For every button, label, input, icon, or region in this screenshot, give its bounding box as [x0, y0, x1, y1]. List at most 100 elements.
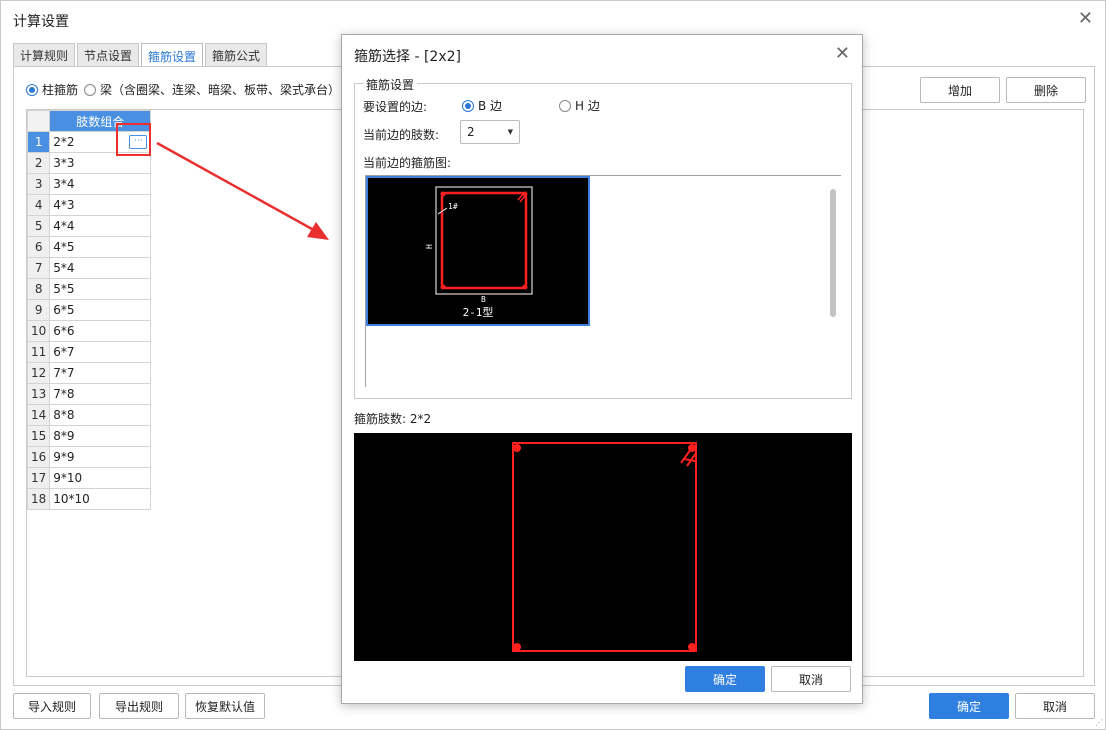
stirrup-settings-group: 箍筋设置 要设置的边: B 边 H 边 当前边的肢数: 2 ▼ 当前边的箍筋图: [354, 76, 852, 399]
row-number: 5 [26, 215, 51, 237]
table-row[interactable]: 8 5*5 [26, 278, 152, 300]
leg-combination-cell[interactable]: 4*4 [49, 215, 152, 237]
leg-combination-cell[interactable]: 7*7 [49, 362, 152, 384]
table-row[interactable]: 14 8*8 [26, 404, 152, 426]
table-row[interactable]: 10 6*6 [26, 320, 152, 342]
table-row[interactable]: 5 4*4 [26, 215, 152, 237]
dialog-ok-button[interactable]: 确定 [685, 666, 765, 692]
close-icon[interactable]: ✕ [1078, 10, 1093, 28]
table-row[interactable]: 6 4*5 [26, 236, 152, 258]
leg-combination-cell[interactable]: 8*9 [49, 425, 152, 447]
tab-calc-rules[interactable]: 计算规则 [13, 43, 76, 67]
stirrup-diagram-list: 1# H B 2-1型 [365, 175, 841, 387]
leg-combination-cell[interactable]: 6*5 [49, 299, 152, 321]
leg-combination-cell[interactable]: 8*8 [49, 404, 152, 426]
stirrup-select-dialog: 箍筋选择 - [2x2] ✕ 箍筋设置 要设置的边: B 边 H 边 当前边的肢… [341, 34, 863, 704]
leg-combination-cell[interactable]: 4*3 [49, 194, 152, 216]
side-label: 要设置的边: [363, 100, 428, 114]
row-number: 12 [26, 362, 51, 384]
table-row[interactable]: 16 9*9 [26, 446, 152, 468]
leg-combination-cell[interactable]: 9*10 [49, 467, 152, 489]
side-b-radio[interactable]: B 边 [462, 97, 502, 114]
cell-value: 4*5 [53, 240, 75, 254]
export-rules-button[interactable]: 导出规则 [99, 693, 179, 719]
beam-label: 梁（含圈梁、连梁、暗梁、板带、梁式承台） [100, 83, 341, 97]
table-row[interactable]: 7 5*4 [26, 257, 152, 279]
row-number: 10 [26, 320, 51, 342]
cell-value: 6*6 [53, 324, 75, 338]
beam-radio[interactable]: 梁（含圈梁、连梁、暗梁、板带、梁式承台） [84, 81, 340, 98]
row-number: 13 [26, 383, 51, 405]
leg-count-value: 2 [467, 125, 475, 139]
tab-bar: 计算规则 节点设置 箍筋设置 箍筋公式 [13, 43, 269, 68]
radio-checked-icon [26, 83, 38, 96]
leg-combination-cell[interactable]: 6*7 [49, 341, 152, 363]
table-row[interactable]: 17 9*10 [26, 467, 152, 489]
row-number: 15 [26, 425, 51, 447]
red-arrow-icon [156, 141, 329, 240]
dialog-cancel-button[interactable]: 取消 [771, 666, 851, 692]
leg-combination-cell[interactable]: 7*8 [49, 383, 152, 405]
cell-value: 9*10 [53, 471, 83, 485]
cell-value: 3*4 [53, 177, 75, 191]
highlight-box [116, 123, 151, 156]
stirrup-preview-drawing [512, 442, 697, 652]
resize-grip-icon[interactable]: ⋰ [1095, 718, 1103, 727]
table-row[interactable]: 18 10*10 [26, 488, 152, 510]
diagram-scrollbar[interactable] [830, 189, 836, 317]
row-number: 8 [26, 278, 51, 300]
cell-value: 10*10 [53, 492, 90, 506]
column-stirrup-label: 柱箍筋 [42, 83, 79, 97]
tab-stirrup-settings[interactable]: 箍筋设置 [141, 43, 204, 68]
thumb-h-label: H [425, 244, 434, 249]
leg-combination-table: 肢数组合 1 2*2 ··· 2 3*3 3 3*4 4 4*3 5 4*4 6 4*5 7 5*4 8 5*5… [26, 110, 152, 510]
radio-checked-icon [462, 99, 474, 112]
row-number: 2 [26, 152, 51, 174]
cell-value: 5*4 [53, 261, 75, 275]
column-stirrup-radio[interactable]: 柱箍筋 [26, 81, 78, 98]
table-row[interactable]: 11 6*7 [26, 341, 152, 363]
side-h-radio[interactable]: H 边 [559, 97, 600, 114]
row-number: 6 [26, 236, 51, 258]
cell-value: 6*7 [53, 345, 75, 359]
leg-combination-cell[interactable]: 10*10 [49, 488, 152, 510]
dialog-close-icon[interactable]: ✕ [835, 45, 850, 63]
ok-button[interactable]: 确定 [929, 693, 1009, 719]
table-row[interactable]: 9 6*5 [26, 299, 152, 321]
leg-combination-cell[interactable]: 5*5 [49, 278, 152, 300]
leg-count-label: 当前边的肢数: [363, 128, 440, 142]
table-row[interactable]: 13 7*8 [26, 383, 152, 405]
tab-node-settings[interactable]: 节点设置 [77, 43, 140, 67]
grid-body: 1 2*2 ··· 2 3*3 3 3*4 4 4*3 5 4*4 6 4*5 7 5*4 8 5*5 9 6*5 1… [26, 131, 152, 510]
leg-combination-cell[interactable]: 5*4 [49, 257, 152, 279]
leg-combination-cell[interactable]: 4*5 [49, 236, 152, 258]
table-row[interactable]: 4 4*3 [26, 194, 152, 216]
cell-value: 2*2 [53, 135, 75, 149]
cancel-button[interactable]: 取消 [1015, 693, 1095, 719]
leg-combination-cell[interactable]: 3*4 [49, 173, 152, 195]
stirrup-large-preview [354, 433, 852, 661]
stirrup-type-thumbnail[interactable]: 1# H B 2-1型 [366, 176, 590, 326]
leg-count-select[interactable]: 2 ▼ [460, 120, 520, 144]
cell-value: 4*4 [53, 219, 75, 233]
import-rules-button[interactable]: 导入规则 [13, 693, 91, 719]
cell-value: 3*3 [53, 156, 75, 170]
thumb-b-label: B [481, 295, 486, 304]
table-row[interactable]: 3 3*4 [26, 173, 152, 195]
cell-value: 5*5 [53, 282, 75, 296]
row-number: 14 [26, 404, 51, 426]
row-number: 17 [26, 467, 51, 489]
restore-defaults-button[interactable]: 恢复默认值 [185, 693, 265, 719]
delete-button[interactable]: 删除 [1006, 77, 1086, 103]
leg-combination-cell[interactable]: 9*9 [49, 446, 152, 468]
cell-value: 8*9 [53, 429, 75, 443]
table-row[interactable]: 12 7*7 [26, 362, 152, 384]
row-number: 3 [26, 173, 51, 195]
add-button[interactable]: 增加 [920, 77, 1000, 103]
row-number: 9 [26, 299, 51, 321]
diagram-label: 当前边的箍筋图: [363, 156, 452, 170]
leg-combination-cell[interactable]: 6*6 [49, 320, 152, 342]
tab-stirrup-formula[interactable]: 箍筋公式 [205, 43, 268, 67]
table-row[interactable]: 15 8*9 [26, 425, 152, 447]
radio-unchecked-icon [84, 83, 97, 96]
